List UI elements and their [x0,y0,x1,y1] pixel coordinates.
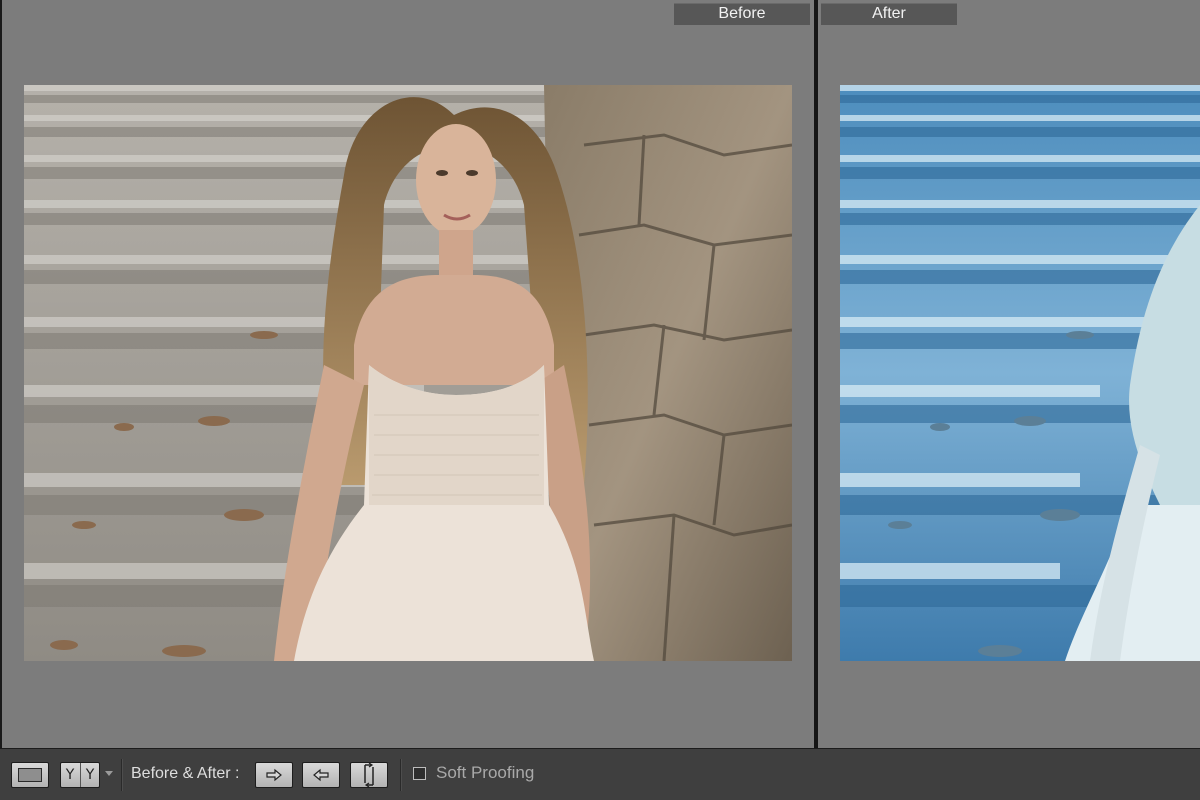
swap-arrows-icon [364,763,374,787]
copy-after-to-before-button[interactable] [302,762,340,788]
loupe-view-icon [18,768,42,782]
before-pane: Before [2,0,814,746]
swap-before-after-button[interactable] [350,762,388,788]
soft-proofing-label[interactable]: Soft Proofing [436,762,534,784]
loupe-view-button[interactable] [11,762,49,788]
yy-side-by-side-icon: Y Y [61,763,100,787]
arrow-right-icon [266,768,282,782]
before-photo-image [24,85,792,661]
bottom-toolbar: Y Y Before & After : [0,748,1200,800]
before-label: Before [674,3,810,25]
before-after-label: Before & After : [131,765,240,782]
after-photo[interactable] [840,85,1200,661]
toolbar-separator [121,759,122,791]
soft-proofing-checkbox[interactable] [413,767,426,780]
toolbar-separator [400,759,401,791]
before-after-mode-button[interactable]: Y Y [60,762,100,788]
arrow-left-icon [313,768,329,782]
chevron-down-icon[interactable] [105,771,113,776]
before-photo[interactable] [24,85,792,661]
after-photo-image [840,85,1200,661]
after-label: After [821,3,957,25]
after-pane: After [818,0,1200,746]
copy-before-to-after-button[interactable] [255,762,293,788]
